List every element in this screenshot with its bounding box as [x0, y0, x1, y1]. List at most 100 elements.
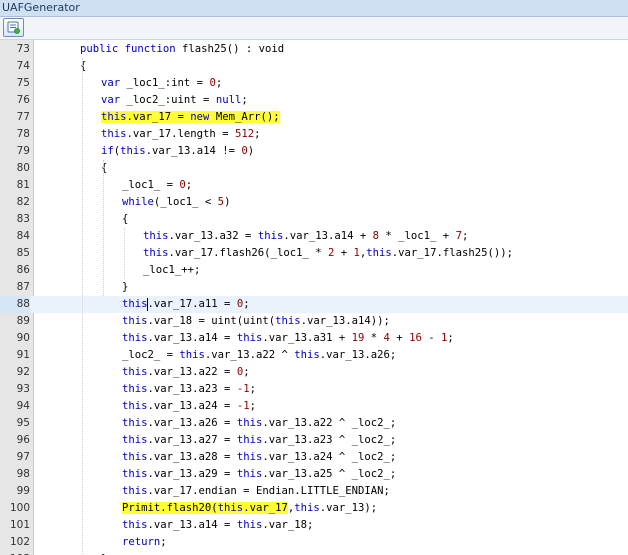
code-line[interactable]: 84 this.var_13.a32 = this.var_13.a14 + 8 … — [0, 228, 628, 245]
keyword-token: if — [101, 145, 114, 157]
code-token: { — [101, 162, 108, 174]
code-line[interactable]: 79 if(this.var_13.a14 != 0) — [0, 143, 628, 160]
class-view-button[interactable] — [3, 18, 24, 37]
code-token: .var_13.a14 != — [145, 145, 242, 157]
code-line[interactable]: 99 this.var_17.endian = Endian.LITTLE_END… — [0, 483, 628, 500]
code-token: _loc2_:uint = — [120, 94, 216, 106]
code-line[interactable]: 86 _loc1_++; — [0, 262, 628, 279]
code-line[interactable]: 80 { — [0, 160, 628, 177]
code-text: this.var_13.a24 = -1; — [122, 398, 256, 415]
code-token: .var_13.a22 = — [147, 366, 237, 378]
code-line[interactable]: 98 this.var_13.a29 = this.var_13.a25 ^ _l… — [0, 466, 628, 483]
line-number: 99 — [16, 485, 30, 497]
code-line[interactable]: 91 _loc2_ = this.var_13.a22 ^ this.var_13… — [0, 347, 628, 364]
keyword-token: return — [122, 536, 161, 548]
title-bar: UAFGenerator — [0, 0, 628, 17]
code-token: } — [122, 281, 129, 293]
code-token: * — [364, 332, 384, 344]
code-text: Primit.flash20(this.var_17,this.var_13); — [122, 500, 377, 517]
code-text: this.var_18 = uint(uint(this.var_13.a14)… — [122, 313, 390, 330]
code-line[interactable]: 75 var _loc1_:int = 0; — [0, 75, 628, 92]
line-number: 103 — [0, 551, 30, 555]
keyword-token: null — [215, 94, 242, 106]
code-line[interactable]: 96 this.var_13.a27 = this.var_13.a23 ^ _l… — [0, 432, 628, 449]
line-number: 91 — [16, 349, 30, 361]
code-line[interactable]: 88 this.var_17.a11 = 0; — [0, 296, 628, 313]
code-text: } — [101, 551, 107, 555]
code-text: this.var_17.flash26(_loc1_ * 2 + 1,this.… — [143, 245, 513, 262]
line-number: 97 — [16, 451, 30, 463]
code-token: .var_17.flash26(_loc1_ * — [168, 247, 328, 259]
keyword-token: this — [122, 417, 148, 429]
keyword-token: this — [101, 128, 127, 140]
code-token: - — [421, 332, 441, 344]
code-text: this.var_17.a11 = 0; — [122, 296, 250, 313]
code-line[interactable]: 102 return; — [0, 534, 628, 551]
code-line[interactable]: 101 this.var_13.a14 = this.var_18; — [0, 517, 628, 534]
line-number: 80 — [16, 162, 30, 174]
code-line[interactable]: 82 while(_loc1_ < 5) — [0, 194, 628, 211]
code-line[interactable]: 74 { — [0, 58, 628, 75]
code-line[interactable]: 93 this.var_13.a23 = -1; — [0, 381, 628, 398]
line-number: 95 — [16, 417, 30, 429]
code-line[interactable]: 94 this.var_13.a24 = -1; — [0, 398, 628, 415]
code-token: ; — [447, 332, 454, 344]
code-line[interactable]: 83 { — [0, 211, 628, 228]
keyword-token: this — [294, 502, 320, 514]
code-token: .var_13.a24 = — [147, 400, 237, 412]
class-icon — [7, 21, 20, 34]
code-token: .var_13.a23 ^ _loc2_; — [262, 434, 397, 446]
code-line[interactable]: 90 this.var_13.a14 = this.var_13.a31 + 19… — [0, 330, 628, 347]
code-token: .var_13.a31 + — [262, 332, 352, 344]
code-token: .var_17.a11 = — [147, 298, 237, 310]
code-line[interactable]: 97 this.var_13.a28 = this.var_13.a24 ^ _l… — [0, 449, 628, 466]
line-number: 89 — [16, 315, 30, 327]
code-line[interactable]: 78 this.var_17.length = 512; — [0, 126, 628, 143]
code-token: _loc1_++; — [143, 264, 201, 276]
code-token: .var_13.a26 = — [147, 417, 237, 429]
code-text: while(_loc1_ < 5) — [122, 194, 230, 211]
code-text: this.var_17 = new Mem_Arr(); — [101, 109, 280, 126]
keyword-token: this — [122, 332, 148, 344]
code-token: .var_13.a26; — [319, 349, 397, 361]
keyword-token: var — [101, 94, 121, 106]
keyword-token: var — [101, 77, 121, 89]
code-token: .var_13); — [319, 502, 378, 514]
keyword-token: this — [122, 298, 148, 310]
keyword-token: this — [101, 111, 127, 123]
code-token: .var_18; — [262, 519, 314, 531]
keyword-token: this — [236, 332, 263, 344]
code-line[interactable]: 92 this.var_13.a22 = 0; — [0, 364, 628, 381]
line-number: 94 — [16, 400, 30, 412]
line-number: 78 — [16, 128, 30, 140]
code-text: this.var_17.endian = Endian.LITTLE_ENDIA… — [122, 483, 390, 500]
keyword-token: this — [236, 451, 263, 463]
code-line[interactable]: 73 public function flash25() : void — [0, 41, 628, 58]
code-token: .var_17.flash25()); — [391, 247, 513, 259]
code-line[interactable]: 100 Primit.flash20(this.var_17,this.var_1… — [0, 500, 628, 517]
code-token: ) — [247, 145, 255, 157]
indent-guide — [124, 228, 125, 279]
keyword-token: this — [236, 519, 263, 531]
code-line[interactable]: 81 _loc1_ = 0; — [0, 177, 628, 194]
code-token: .var_17 — [243, 502, 288, 514]
code-text: this.var_13.a14 = this.var_13.a31 + 19 *… — [122, 330, 454, 347]
line-number: 75 — [16, 77, 30, 89]
window-title: UAFGenerator — [2, 1, 80, 14]
code-line[interactable]: 76 var _loc2_:uint = null; — [0, 92, 628, 109]
line-number: 79 — [16, 145, 30, 157]
code-line[interactable]: 95 this.var_13.a26 = this.var_13.a22 ^ _l… — [0, 415, 628, 432]
code-line[interactable]: 87} — [0, 279, 628, 296]
code-line[interactable]: 77 this.var_17 = new Mem_Arr(); — [0, 109, 628, 126]
number-token: 512 — [234, 128, 255, 140]
code-token: { — [80, 60, 87, 72]
code-token: .var_18 = uint(uint( — [147, 315, 276, 327]
keyword-token: this — [217, 502, 244, 514]
code-line[interactable]: 89 this.var_18 = uint(uint(this.var_13.a1… — [0, 313, 628, 330]
code-token: ; — [215, 77, 223, 89]
code-editor[interactable]: 73 public function flash25() : void 74 { 75 v… — [0, 40, 628, 555]
code-line[interactable]: 103} — [0, 551, 628, 555]
line-number: 84 — [16, 230, 30, 242]
code-line[interactable]: 85 this.var_17.flash26(_loc1_ * 2 + 1,thi… — [0, 245, 628, 262]
code-text: } — [122, 279, 128, 296]
